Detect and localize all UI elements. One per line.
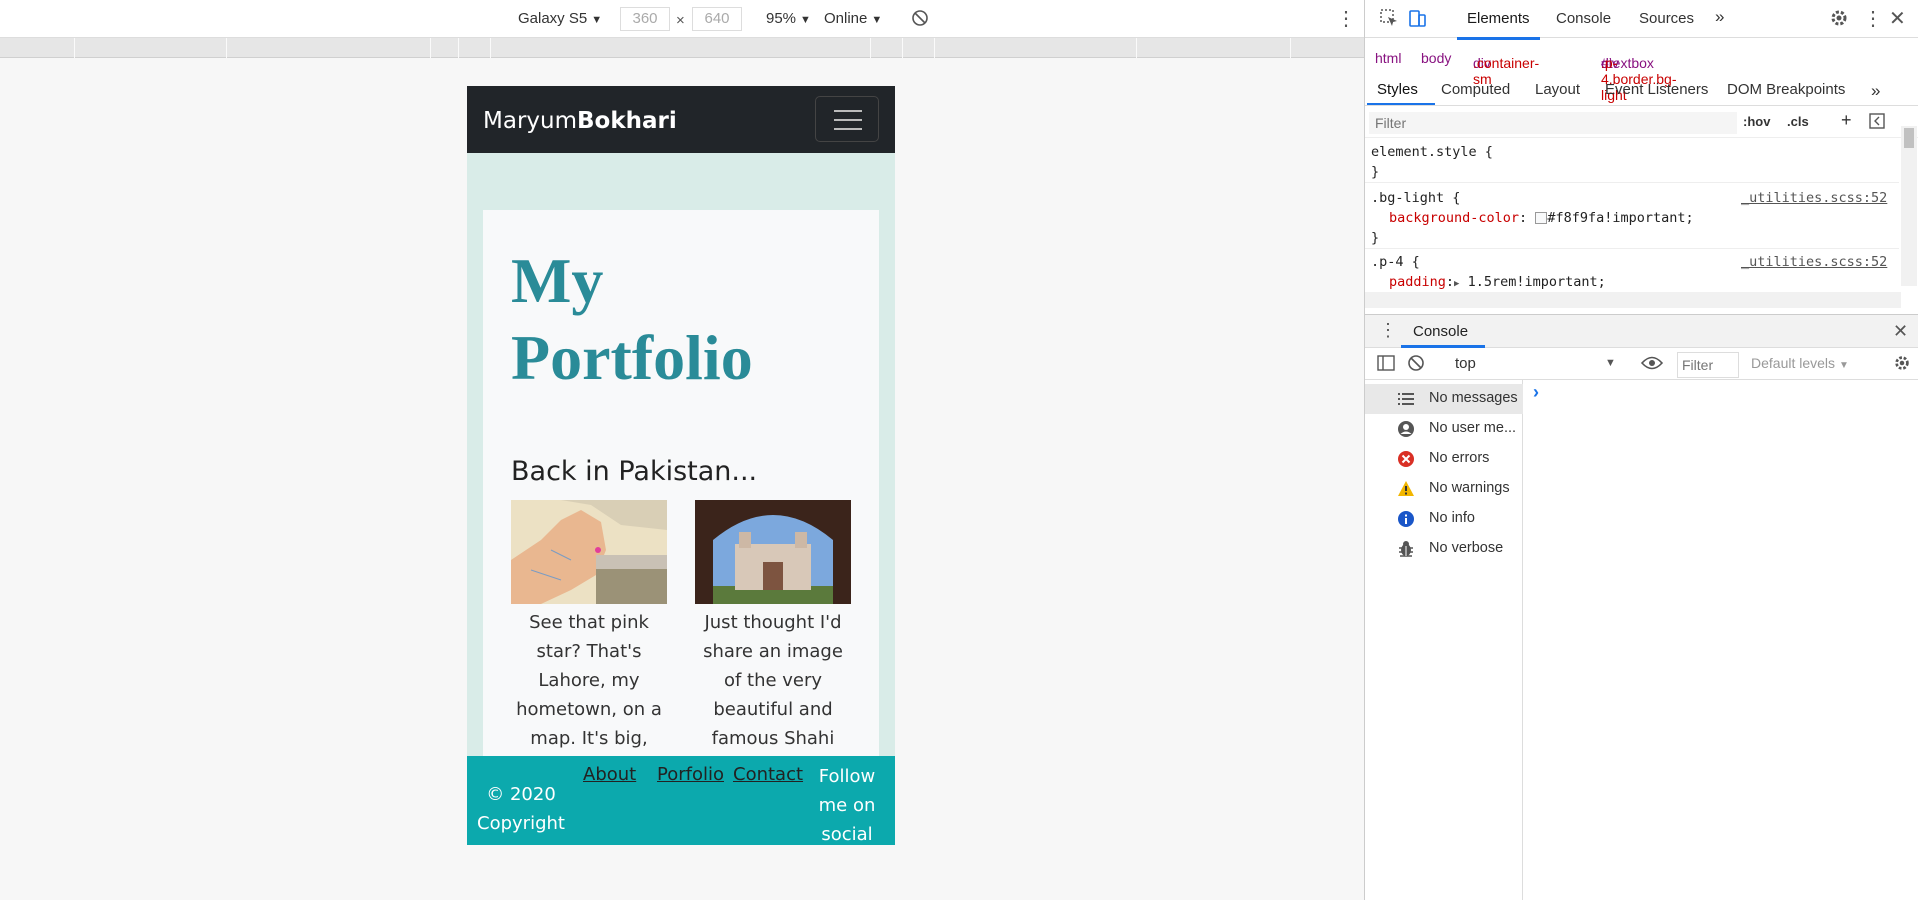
page-title: My Portfolio bbox=[511, 245, 753, 393]
source-link[interactable]: _utilities.scss:52 bbox=[1741, 190, 1887, 206]
tab-elements[interactable]: Elements bbox=[1457, 10, 1539, 40]
element-style-rule[interactable]: element.style { bbox=[1371, 144, 1493, 160]
map-image bbox=[511, 500, 667, 604]
footer-link-contact[interactable]: Contact bbox=[733, 764, 803, 785]
console-toolbar: top ▼ Default levels ▼ bbox=[1365, 348, 1918, 380]
chevron-down-icon: ▼ bbox=[591, 14, 603, 26]
context-select[interactable]: top bbox=[1455, 355, 1476, 372]
color-swatch[interactable] bbox=[1535, 212, 1548, 224]
mobile-page: MaryumBokhari My Portfolio Back in Pakis… bbox=[467, 86, 895, 845]
drawer-menu-icon[interactable]: ⋮ bbox=[1379, 320, 1397, 341]
sidebar-item-messages[interactable]: No messages bbox=[1365, 384, 1523, 414]
expand-triangle-icon[interactable]: ▶ bbox=[1454, 279, 1459, 289]
rule-bg-light-declaration[interactable]: background-color: #f8f9fa!important; bbox=[1389, 210, 1694, 226]
navbar: MaryumBokhari bbox=[467, 86, 895, 153]
gear-icon[interactable] bbox=[1829, 8, 1849, 32]
crumb-html[interactable]: html bbox=[1375, 50, 1401, 66]
sidebar-item-verbose[interactable]: No verbose bbox=[1365, 534, 1523, 564]
sidebar-item-warnings[interactable]: No warnings bbox=[1365, 474, 1523, 504]
devtools-panel: Elements Console Sources » ⋮ ✕ html body… bbox=[1364, 0, 1918, 900]
drawer-tab-console[interactable]: Console bbox=[1413, 323, 1468, 340]
console-filter-input[interactable] bbox=[1677, 352, 1739, 378]
styles-scrollbar[interactable] bbox=[1901, 126, 1917, 286]
styles-subtabs: Styles Computed Layout Event Listeners D… bbox=[1365, 76, 1918, 106]
close-icon[interactable]: ✕ bbox=[1893, 321, 1908, 342]
width-input[interactable]: 360 bbox=[620, 7, 670, 31]
section-heading: Back in Pakistan... bbox=[511, 456, 758, 487]
console-sidebar: No messages No user me... No errors No w… bbox=[1365, 380, 1523, 900]
close-icon[interactable]: ✕ bbox=[1889, 6, 1906, 31]
breadcrumb: html body div .container-sm div #textbox .p… bbox=[1375, 50, 1677, 103]
log-levels-select[interactable]: Default levels ▼ bbox=[1751, 355, 1849, 371]
times-sign: × bbox=[676, 12, 685, 29]
more-tabs-icon[interactable]: » bbox=[1715, 7, 1724, 27]
subtab-event-listeners[interactable]: Event Listeners bbox=[1605, 81, 1708, 98]
error-icon bbox=[1397, 450, 1415, 468]
crumb-body[interactable]: body bbox=[1421, 50, 1451, 66]
copyright: © 2020 Copyright bbox=[477, 784, 565, 834]
warning-icon bbox=[1397, 480, 1415, 498]
tab-sources[interactable]: Sources bbox=[1639, 10, 1694, 27]
device-select[interactable]: Galaxy S5 ▼ bbox=[518, 10, 602, 27]
chevron-down-icon: ▼ bbox=[871, 14, 883, 26]
chevron-down-icon: ▼ bbox=[800, 14, 811, 26]
sidebar-item-user-messages[interactable]: No user me... bbox=[1365, 414, 1523, 444]
styles-pane: element.style { } .bg-light { _utilities… bbox=[1365, 140, 1899, 290]
textbox: My Portfolio Back in Pakistan... See tha… bbox=[483, 210, 879, 845]
network-select[interactable]: Online ▼ bbox=[824, 10, 882, 27]
media-query-ruler[interactable] bbox=[0, 38, 1364, 58]
tab-console[interactable]: Console bbox=[1556, 10, 1611, 27]
follow-social: Follow me on social bbox=[818, 766, 876, 845]
hamburger-icon bbox=[834, 110, 862, 112]
more-options-icon[interactable]: ⋮ bbox=[1863, 6, 1883, 31]
styles-filter-input[interactable] bbox=[1369, 112, 1737, 134]
console-drawer-header: ⋮ Console ✕ bbox=[1365, 314, 1918, 348]
subtab-styles[interactable]: Styles bbox=[1377, 81, 1418, 98]
device-toggle-icon[interactable] bbox=[1407, 8, 1427, 32]
add-rule-icon[interactable]: + bbox=[1841, 110, 1852, 131]
subtab-layout[interactable]: Layout bbox=[1535, 81, 1580, 98]
shahi-qila-image bbox=[695, 500, 851, 604]
subtab-dom-breakpoints[interactable]: DOM Breakpoints bbox=[1727, 81, 1845, 98]
toggle-sidebar-icon[interactable] bbox=[1869, 113, 1885, 134]
devtools-tabbar: Elements Console Sources » ⋮ ✕ bbox=[1365, 0, 1918, 40]
zoom-select[interactable]: 95% ▼ bbox=[766, 10, 811, 27]
gear-icon[interactable] bbox=[1893, 354, 1911, 376]
styles-filter-row: :hov .cls + bbox=[1365, 108, 1918, 138]
sidebar-item-info[interactable]: No info bbox=[1365, 504, 1523, 534]
console-prompt[interactable]: › bbox=[1533, 382, 1539, 403]
rule-p4-declaration[interactable]: padding:▶ 1.5rem!important; bbox=[1389, 274, 1606, 290]
clear-console-icon[interactable] bbox=[1407, 354, 1425, 376]
device-viewport: Galaxy S5 ▼ 360 × 640 95% ▼ Online ▼ ⋮ Mary… bbox=[0, 0, 1364, 900]
inspect-element-icon[interactable] bbox=[1379, 8, 1399, 32]
hov-toggle[interactable]: :hov bbox=[1743, 114, 1770, 129]
footer-link-about[interactable]: About bbox=[583, 764, 636, 785]
styles-hscrollbar[interactable] bbox=[1365, 292, 1901, 308]
bug-icon bbox=[1397, 540, 1415, 558]
chevron-down-icon[interactable]: ▼ bbox=[1605, 357, 1616, 369]
sidebar-item-errors[interactable]: No errors bbox=[1365, 444, 1523, 474]
list-icon bbox=[1397, 390, 1415, 408]
navbar-brand[interactable]: MaryumBokhari bbox=[483, 108, 677, 134]
footer-link-portfolio[interactable]: Porfolio bbox=[657, 764, 724, 785]
subtab-computed[interactable]: Computed bbox=[1441, 81, 1510, 98]
device-toolbar: Galaxy S5 ▼ 360 × 640 95% ▼ Online ▼ ⋮ bbox=[0, 0, 1364, 38]
chevron-down-icon: ▼ bbox=[1838, 360, 1849, 371]
sidebar-toggle-icon[interactable] bbox=[1377, 354, 1395, 376]
rule-p4-selector[interactable]: .p-4 { bbox=[1371, 254, 1420, 270]
more-subtabs-icon[interactable]: » bbox=[1871, 81, 1880, 101]
eye-icon[interactable] bbox=[1640, 355, 1664, 375]
source-link[interactable]: _utilities.scss:52 bbox=[1741, 254, 1887, 270]
rule-bg-light-selector[interactable]: .bg-light { bbox=[1371, 190, 1460, 206]
navbar-toggler-button[interactable] bbox=[815, 96, 879, 142]
cls-toggle[interactable]: .cls bbox=[1787, 114, 1809, 129]
height-input[interactable]: 640 bbox=[692, 7, 742, 31]
rotate-icon[interactable] bbox=[910, 8, 930, 32]
info-icon bbox=[1397, 510, 1415, 528]
user-icon bbox=[1397, 420, 1415, 438]
footer: © 2020 Copyright About Porfolio Contact … bbox=[467, 756, 895, 845]
more-options-icon[interactable]: ⋮ bbox=[1336, 6, 1356, 31]
